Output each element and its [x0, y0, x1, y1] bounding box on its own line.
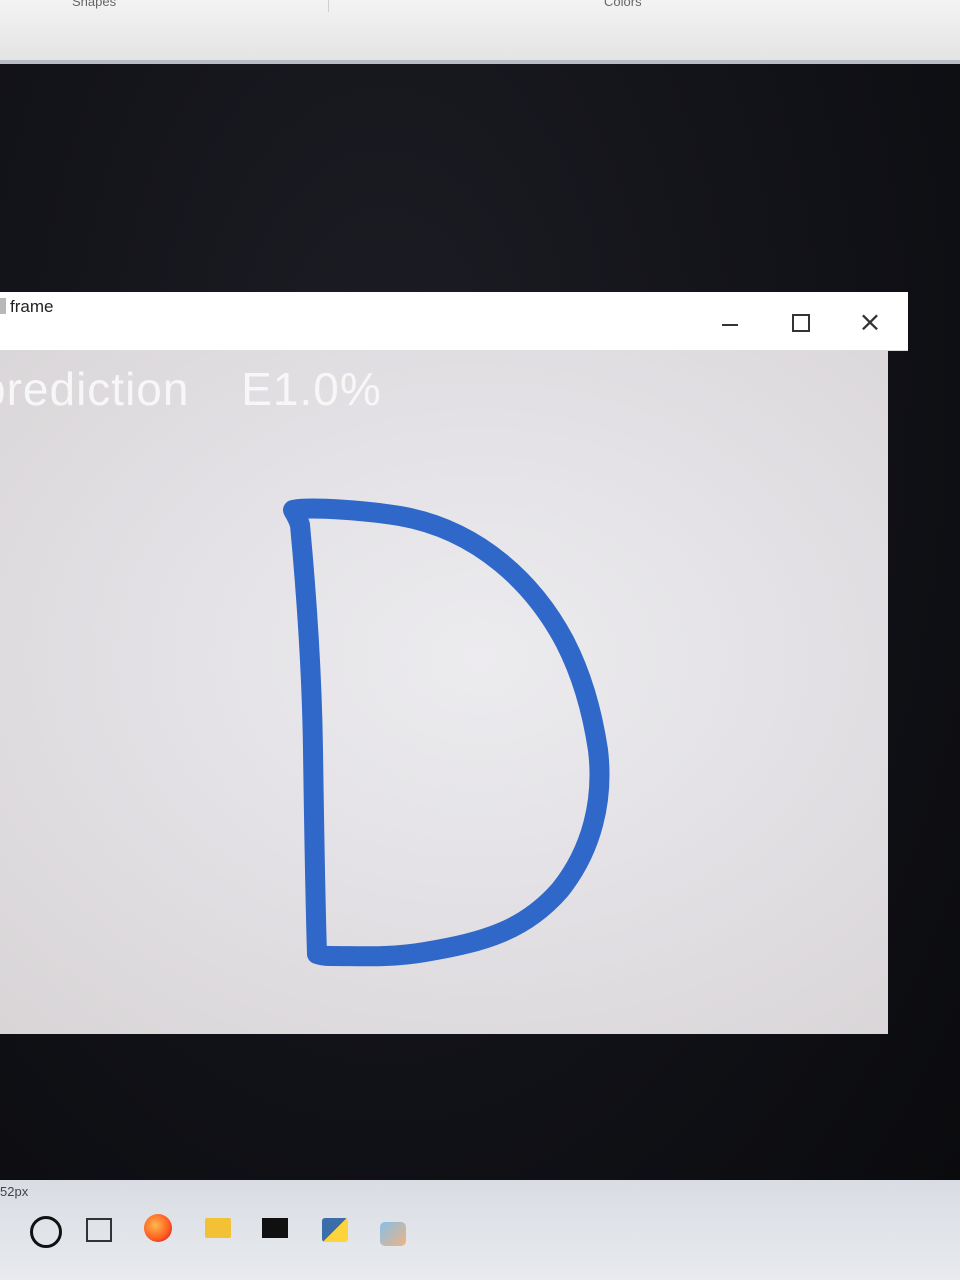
- minimize-icon: [722, 324, 738, 326]
- window-title: frame: [10, 297, 54, 316]
- screen: Shapes Colors frame × prediction E1.0% 5…: [0, 0, 960, 1280]
- python-icon[interactable]: [322, 1218, 348, 1242]
- paint-size-readout: 52px: [0, 1184, 29, 1199]
- close-icon: ×: [858, 305, 882, 338]
- colors-label[interactable]: Colors: [604, 0, 642, 9]
- ribbon-divider: [328, 0, 329, 12]
- file-manager-icon[interactable]: [205, 1218, 231, 1238]
- maximize-button[interactable]: [770, 302, 830, 342]
- letter-d-stroke: [283, 498, 610, 967]
- firefox-icon[interactable]: [144, 1214, 172, 1242]
- minimize-button[interactable]: [700, 302, 760, 342]
- paint-ribbon: Shapes Colors: [0, 0, 960, 64]
- window-titlebar[interactable]: frame ×: [0, 292, 908, 351]
- window-icon: [0, 298, 6, 314]
- terminal-icon[interactable]: [262, 1218, 288, 1238]
- task-view-icon[interactable]: [86, 1218, 112, 1242]
- search-icon[interactable]: [30, 1216, 62, 1248]
- video-frame-canvas: prediction E1.0%: [0, 350, 888, 1034]
- maximize-icon: [792, 314, 810, 332]
- taskbar: 52px: [0, 1180, 960, 1280]
- frame-window: frame × prediction E1.0%: [0, 292, 908, 1034]
- drawn-letter-d: [283, 498, 610, 967]
- close-button[interactable]: ×: [840, 302, 900, 342]
- paint-icon[interactable]: [380, 1222, 406, 1246]
- shapes-label[interactable]: Shapes: [72, 0, 116, 9]
